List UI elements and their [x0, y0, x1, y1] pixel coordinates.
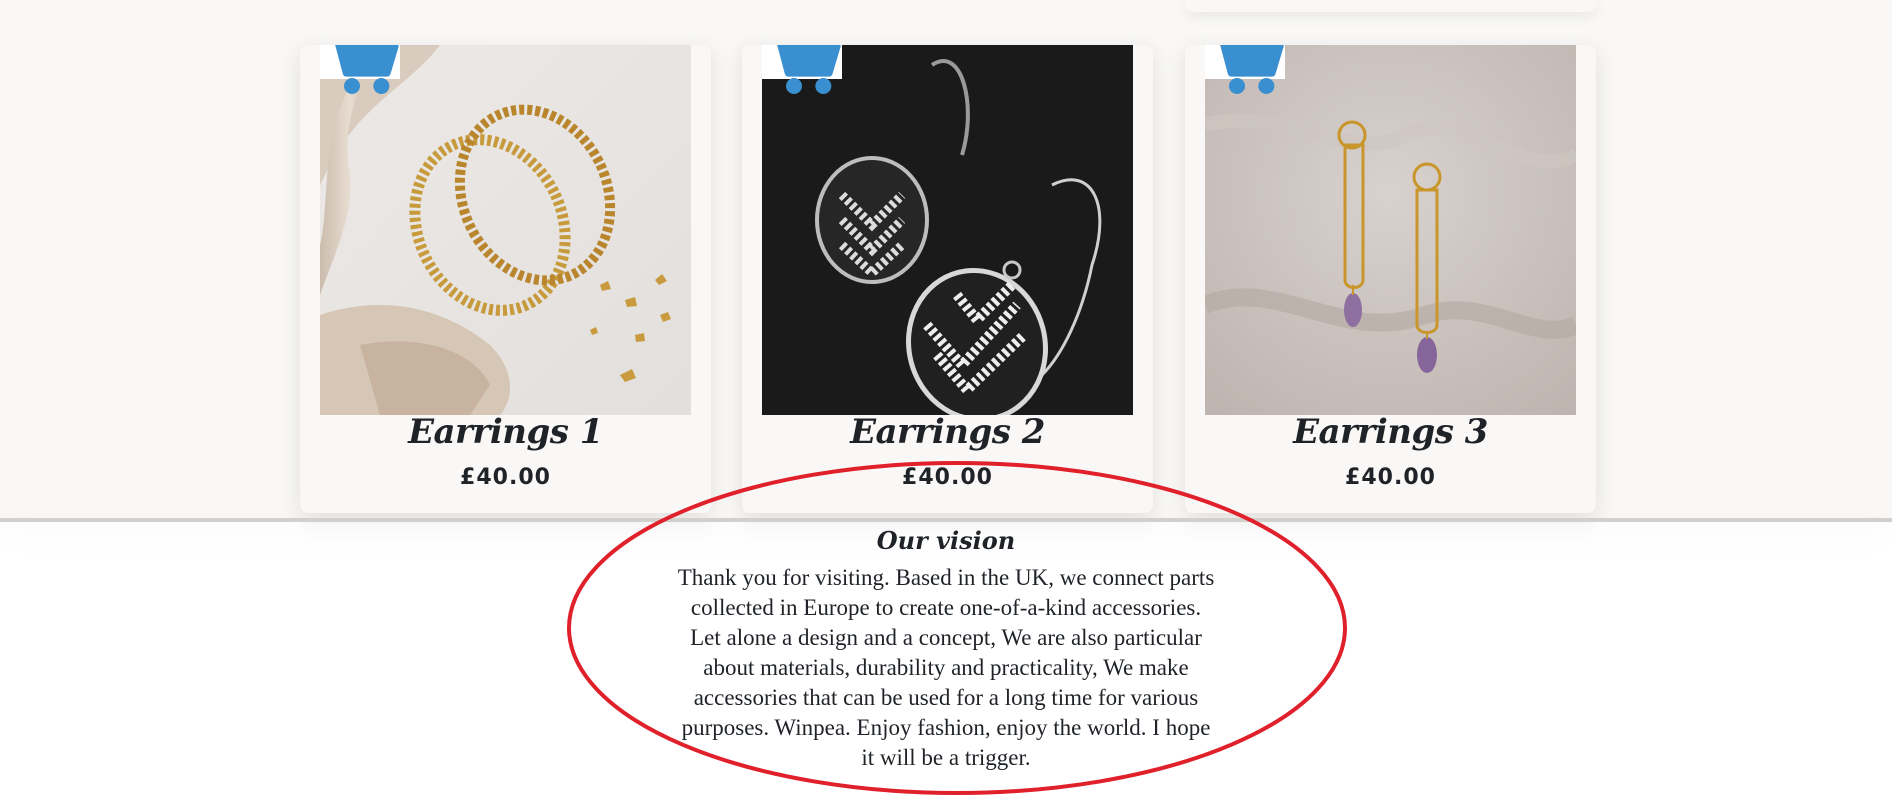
vision-line: purposes. Winpea. Enjoy fashion, enjoy t… — [681, 715, 1211, 740]
vision-line: Thank you for visiting. Based in the UK,… — [677, 565, 1215, 590]
product-price: £40.00 — [460, 465, 551, 490]
product-title[interactable]: Earrings 2 — [742, 412, 1153, 452]
vision-line: about materials, durability and practica… — [703, 655, 1189, 680]
product-image-earrings-1[interactable] — [320, 45, 691, 415]
product-card-earrings-1[interactable]: Earrings 1 £40.00 — [300, 45, 711, 513]
vision-line: collected in Europe to create one-of-a-k… — [690, 595, 1202, 620]
product-price: £40.00 — [1345, 465, 1436, 490]
vision-line: Let alone a design and a concept, We are… — [690, 625, 1202, 650]
vision-line: it will be a trigger. — [861, 745, 1031, 770]
product-title[interactable]: Earrings 1 — [300, 412, 711, 452]
vision-line: accessories that can be used for a long … — [693, 685, 1199, 710]
add-to-cart-button-2[interactable] — [762, 45, 842, 94]
product-image-earrings-3[interactable] — [1205, 45, 1576, 415]
product-price: £40.00 — [902, 465, 993, 490]
product-card-earrings-3[interactable]: Earrings 3 £40.00 — [1185, 45, 1596, 513]
add-to-cart-button-1[interactable] — [320, 45, 400, 94]
product-title[interactable]: Earrings 3 — [1185, 412, 1596, 452]
vision-paragraph: Thank you for visiting. Based in the UK,… — [646, 563, 1246, 773]
add-to-cart-button-3[interactable] — [1205, 45, 1285, 94]
vision-heading: Our vision — [876, 526, 1016, 555]
product-card-earrings-2[interactable]: Earrings 2 £40.00 — [742, 45, 1153, 513]
product-image-earrings-2[interactable] — [762, 45, 1133, 415]
previous-row-card-edge — [1185, 0, 1596, 12]
shopping-cart-icon — [777, 45, 841, 94]
section-divider — [0, 518, 1892, 522]
shopping-cart-icon — [1220, 45, 1284, 94]
shopping-cart-icon — [335, 45, 399, 94]
